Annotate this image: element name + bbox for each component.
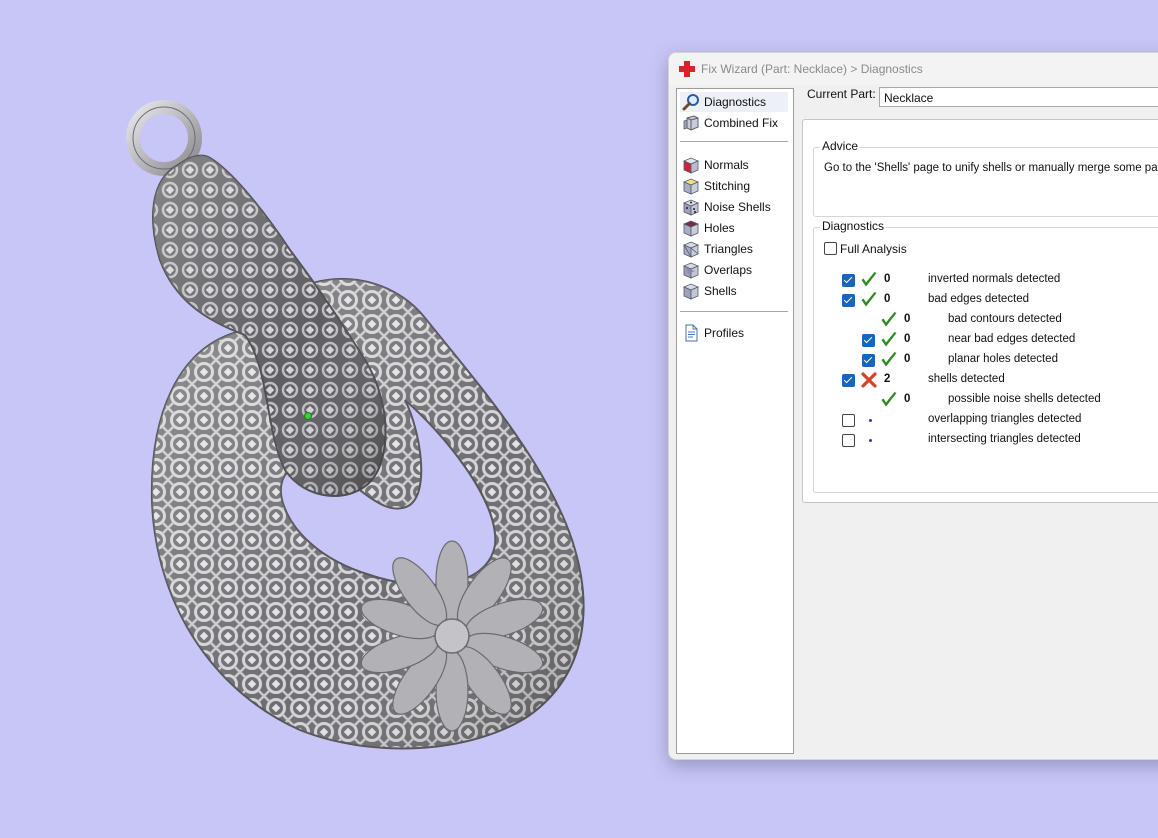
diagnostic-checkbox[interactable] (862, 334, 875, 347)
nav-item-label: Triangles (704, 242, 753, 256)
diagnostic-row: 2 shells detected (814, 370, 1158, 390)
diagnostic-count: 2 (884, 373, 891, 385)
nav-item-shells[interactable]: Shells (680, 281, 788, 301)
diagnostics-title: Diagnostics (820, 219, 887, 233)
nav-item-overlaps[interactable]: Overlaps (680, 260, 788, 280)
diagnostic-label: possible noise shells detected (948, 393, 1101, 405)
nav-item-stitching[interactable]: Stitching (680, 176, 788, 196)
advice-text: Go to the 'Shells' page to unify shells … (824, 162, 1158, 174)
shells-cube-icon (682, 283, 700, 300)
diagnostic-count: 0 (904, 333, 911, 345)
diagnostic-count: 0 (904, 353, 911, 365)
diagnostic-checkbox[interactable] (842, 294, 855, 307)
holes-cube-icon (682, 220, 700, 237)
diagnostic-count: 0 (884, 273, 891, 285)
diagnostic-row: intersecting triangles detected (814, 430, 1158, 450)
diagnostic-row: 0 planar holes detected (814, 350, 1158, 370)
nav-item-label: Profiles (704, 326, 745, 340)
nav-item-normals[interactable]: Normals (680, 155, 788, 175)
green-check-icon (881, 332, 897, 347)
nav-item-label: Holes (704, 221, 735, 235)
green-check-icon (861, 292, 877, 307)
stitching-cube-icon (682, 178, 700, 195)
current-part-label: Current Part: (807, 87, 876, 101)
not-analyzed-dot (869, 439, 872, 442)
current-part-field[interactable]: Necklace (879, 87, 1158, 107)
diagnostic-label: intersecting triangles detected (928, 433, 1081, 445)
fix-wizard-dialog: Fix Wizard (Part: Necklace) > Diagnostic… (668, 52, 1158, 760)
cubes-icon (683, 115, 699, 131)
diagnostic-row: 0 near bad edges detected (814, 330, 1158, 350)
nav-item-label: Normals (704, 158, 749, 172)
green-check-icon (881, 392, 897, 407)
triangles-cube-icon (682, 241, 700, 258)
diagnostics-page: Advice Go to the 'Shells' page to unify … (802, 119, 1158, 503)
red-cross-icon (679, 61, 695, 77)
diagnostics-group: Diagnostics Full Analysis 0 inverted norm… (813, 219, 1158, 493)
diagnostic-label: shells detected (928, 373, 1005, 385)
nav-item-label: Overlaps (704, 263, 753, 277)
diagnostic-checkbox[interactable] (842, 274, 855, 287)
diagnostic-label: near bad edges detected (948, 333, 1076, 345)
not-analyzed-dot (869, 419, 872, 422)
nav-separator (680, 141, 788, 142)
nav-item-label: Combined Fix (704, 116, 779, 130)
diagnostic-row: 0 inverted normals detected (814, 270, 1158, 290)
diagnostic-label: bad edges detected (928, 293, 1030, 305)
nav-item-label: Diagnostics (704, 95, 767, 109)
nav-item-holes[interactable]: Holes (680, 218, 788, 238)
diagnostic-row: overlapping triangles detected (814, 410, 1158, 430)
nav-item-label: Stitching (704, 179, 751, 193)
diagnostic-row: 0 bad edges detected (814, 290, 1158, 310)
nav-item-profiles[interactable]: Profiles (680, 323, 788, 343)
wizard-page-list: Diagnostics Combined Fix Normals Stitchi… (676, 88, 794, 754)
diagnostic-count: 0 (904, 393, 911, 405)
diagnostic-row: 0 bad contours detected (814, 310, 1158, 330)
nav-item-noise-shells[interactable]: Noise Shells (680, 197, 788, 217)
nav-item-combined-fix[interactable]: Combined Fix (680, 113, 788, 133)
dialog-titlebar[interactable]: Fix Wizard (Part: Necklace) > Diagnostic… (669, 53, 1158, 85)
green-check-icon (881, 312, 897, 327)
diagnostic-checkbox[interactable] (842, 374, 855, 387)
dialog-title: Fix Wizard (Part: Necklace) > Diagnostic… (701, 62, 923, 76)
diagnostic-checkbox[interactable] (862, 354, 875, 367)
nav-item-diagnostics[interactable]: Diagnostics (680, 92, 788, 112)
green-check-icon (861, 272, 877, 287)
document-icon (685, 324, 698, 342)
pivot-point-marker (304, 412, 312, 420)
diagnostic-label: planar holes detected (948, 353, 1058, 365)
red-cross-icon (861, 372, 877, 388)
overlaps-cube-icon (682, 262, 700, 279)
diagnostic-count: 0 (904, 313, 911, 325)
magnifier-icon (682, 94, 699, 111)
nav-item-label: Shells (704, 284, 737, 298)
full-analysis-checkbox[interactable] (824, 242, 837, 255)
advice-title: Advice (820, 139, 861, 153)
advice-group: Advice Go to the 'Shells' page to unify … (813, 139, 1158, 217)
nav-item-label: Noise Shells (704, 200, 771, 214)
diagnostic-row: 0 possible noise shells detected (814, 390, 1158, 410)
diagnostic-label: overlapping triangles detected (928, 413, 1082, 425)
noise-shells-cube-icon (682, 199, 700, 216)
green-check-icon (881, 352, 897, 367)
normals-cube-icon (682, 157, 700, 174)
diagnostic-checkbox[interactable] (842, 434, 855, 447)
diagnostic-label: bad contours detected (948, 313, 1062, 325)
diagnostic-label: inverted normals detected (928, 273, 1061, 285)
nav-item-triangles[interactable]: Triangles (680, 239, 788, 259)
full-analysis-label: Full Analysis (840, 242, 907, 256)
nav-separator (680, 311, 788, 312)
diagnostic-checkbox[interactable] (842, 414, 855, 427)
diagnostic-count: 0 (884, 293, 891, 305)
